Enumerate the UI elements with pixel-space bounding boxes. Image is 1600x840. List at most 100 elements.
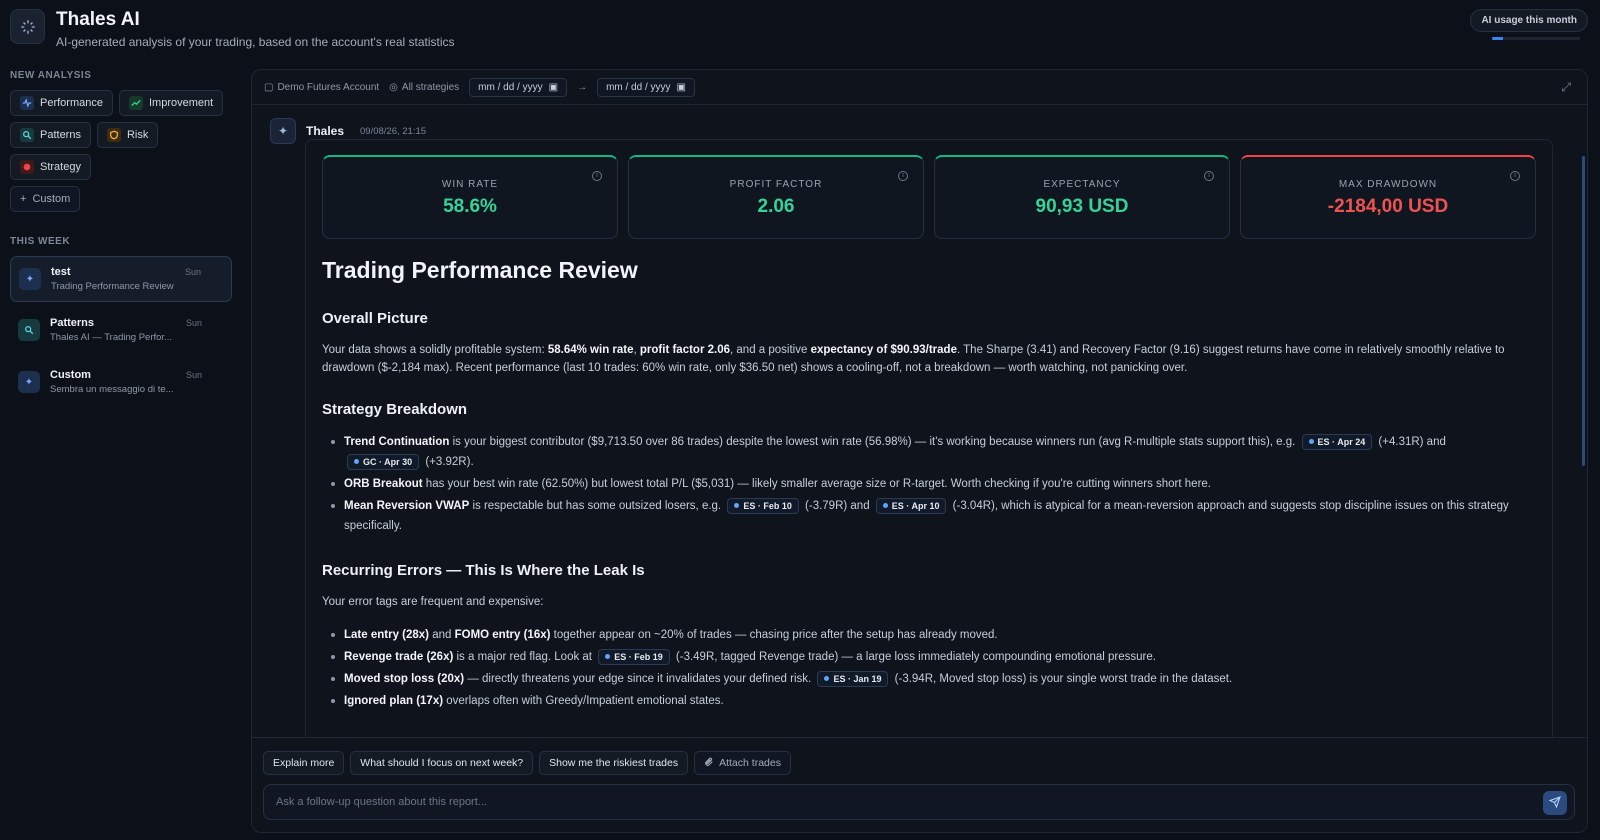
text-run: overlaps often with Greedy/Impatient emo… <box>443 695 724 707</box>
trade-tag[interactable]: ES · Apr 24 <box>1301 433 1373 450</box>
conversation-subtitle: Sembra un messaggio di te... <box>50 384 174 395</box>
text-run: is respectable but has some outsized los… <box>469 500 725 512</box>
text-run: — directly threatens your edge since it … <box>464 673 815 685</box>
text-run: (-3.79R) and <box>801 500 873 512</box>
info-icon[interactable]: i <box>1510 171 1520 181</box>
expand-icon[interactable]: ⤢ <box>1561 80 1571 95</box>
info-icon[interactable]: i <box>592 171 602 181</box>
conversation-item[interactable]: Patterns Thales AI — Trading Perfor... S… <box>10 308 232 354</box>
list-item: Moved stop loss (20x) — directly threate… <box>322 669 1522 689</box>
info-icon[interactable]: i <box>1204 171 1214 181</box>
trade-tag-label: ES · Feb 10 <box>743 500 792 511</box>
stat-label: MAX DRAWDOWN <box>1338 179 1438 190</box>
custom-button-label: Custom <box>32 193 71 205</box>
conversation-title: test <box>51 266 71 278</box>
dot-icon <box>734 503 740 509</box>
account-icon: ▢ <box>264 81 274 93</box>
app-subtitle: AI-generated analysis of your trading, b… <box>56 35 455 49</box>
performance-button[interactable]: Performance <box>10 90 113 116</box>
follow-up-box <box>263 784 1575 820</box>
ai-usage-fill <box>1492 37 1503 40</box>
strategy-filter[interactable]: ◎ All strategies <box>389 82 459 93</box>
date-from-placeholder: mm / dd / yyyy <box>478 81 543 93</box>
list-item: Late entry (28x) and FOMO entry (16x) to… <box>322 625 1522 645</box>
shield-icon <box>106 128 121 142</box>
stat-label: WIN RATE <box>441 179 499 190</box>
text-run: is a major red flag. Look at <box>453 651 596 663</box>
trade-tag-label: ES · Apr 24 <box>1317 436 1366 447</box>
paperclip-icon <box>704 757 714 770</box>
text-run: (-3.49R, tagged Revenge trade) — a large… <box>672 651 1156 663</box>
patterns-button[interactable]: Patterns <box>10 122 91 148</box>
suggestion-button[interactable]: Explain more <box>263 751 345 775</box>
stat-card-win-rate: i WIN RATE 58.6% <box>322 155 618 239</box>
date-to-input[interactable]: mm / dd / yyyy ▣ <box>597 77 695 97</box>
strategy-list: Trend Continuation is your biggest contr… <box>322 432 1536 536</box>
strategy-filter-label: All strategies <box>401 81 460 93</box>
trade-tag[interactable]: ES · Jan 19 <box>817 670 889 687</box>
conversation-day: Sun <box>184 267 201 277</box>
attach-trades-label: Attach trades <box>719 757 781 769</box>
ai-usage-widget[interactable]: AI usage this month <box>1470 9 1588 40</box>
trade-tag[interactable]: ES · Feb 19 <box>598 648 670 665</box>
bold-run: expectancy of $90.93/trade <box>810 344 957 356</box>
follow-up-input[interactable] <box>264 785 1464 819</box>
section-heading-errors: Recurring Errors — This Is Where the Lea… <box>322 562 645 579</box>
trade-tag[interactable]: ES · Feb 10 <box>727 497 799 514</box>
stat-card-max-drawdown: i MAX DRAWDOWN -2184,00 USD <box>1240 155 1536 239</box>
plus-icon: + <box>20 193 27 205</box>
conversation-title: Custom <box>50 369 91 381</box>
text-run: (+3.92R). <box>422 456 474 468</box>
dot-icon <box>882 503 888 509</box>
patterns-button-label: Patterns <box>40 129 81 141</box>
conversation-day: Sun <box>185 318 202 328</box>
section-heading-overall: Overall Picture <box>322 310 428 327</box>
custom-analysis-button[interactable]: + Custom <box>10 186 81 212</box>
section-heading-strategy: Strategy Breakdown <box>322 401 468 418</box>
date-from-input[interactable]: mm / dd / yyyy ▣ <box>469 77 568 97</box>
suggestion-button[interactable]: Show me the riskiest trades <box>539 751 689 775</box>
text-run: together appear on ~20% of trades — chas… <box>550 629 998 641</box>
account-filter[interactable]: ▢ Demo Futures Account <box>264 82 379 93</box>
bold-run: Moved stop loss (20x) <box>344 673 465 685</box>
dot-icon <box>824 676 830 682</box>
info-icon[interactable]: i <box>898 171 908 181</box>
date-range-arrow: → <box>577 81 588 93</box>
strategy-button[interactable]: Strategy <box>10 154 91 180</box>
dot-icon <box>354 459 359 465</box>
trade-tag[interactable]: ES · Apr 10 <box>875 497 947 514</box>
conversation-subtitle: Thales AI — Trading Perfor... <box>50 332 172 343</box>
message-author: Thales <box>306 124 345 138</box>
bold-run: profit factor 2.06 <box>639 344 731 356</box>
bold-run: Revenge trade (26x) <box>344 651 454 663</box>
composer: Explain more What should I focus on next… <box>252 737 1587 832</box>
list-item: Mean Reversion VWAP is respectable but h… <box>322 496 1522 536</box>
sparkle-icon: ✦ <box>19 268 41 290</box>
strategy-button-label: Strategy <box>40 161 81 173</box>
trade-tag-label: ES · Jan 19 <box>833 673 882 684</box>
bold-run: 58.64% win rate <box>547 344 634 356</box>
suggestion-button[interactable]: What should I focus on next week? <box>350 751 534 775</box>
bold-run: Trend Continuation <box>344 436 450 448</box>
trade-tag-label: GC · Apr 30 <box>363 456 413 467</box>
stat-value: 2.06 <box>757 196 795 217</box>
stat-value: 90,93 USD <box>1035 196 1129 217</box>
dot-icon <box>1308 439 1314 445</box>
send-button[interactable] <box>1543 791 1567 815</box>
sidebar: NEW ANALYSIS Performance Improvement Pat… <box>10 70 232 412</box>
attach-trades-button[interactable]: Attach trades <box>694 751 791 775</box>
trade-tag-label: ES · Apr 10 <box>891 500 940 511</box>
conversation-subtitle: Trading Performance Review <box>51 281 174 292</box>
improvement-button[interactable]: Improvement <box>118 90 224 116</box>
text-run: Your data shows a solidly profitable sys… <box>322 344 548 356</box>
calendar-icon: ▣ <box>676 81 686 93</box>
search-icon <box>18 319 40 341</box>
dot-icon <box>605 654 611 660</box>
conversation-item[interactable]: ✦ test Trading Performance Review Sun <box>10 256 232 302</box>
stat-label: PROFIT FACTOR <box>729 179 823 190</box>
conversation-item[interactable]: ✦ Custom Sembra un messaggio di te... Su… <box>10 360 232 406</box>
scrollbar[interactable] <box>1582 156 1585 466</box>
sparkle-avatar-icon: ✦ <box>270 118 296 144</box>
trade-tag[interactable]: GC · Apr 30 <box>347 453 420 470</box>
risk-button[interactable]: Risk <box>96 122 159 148</box>
